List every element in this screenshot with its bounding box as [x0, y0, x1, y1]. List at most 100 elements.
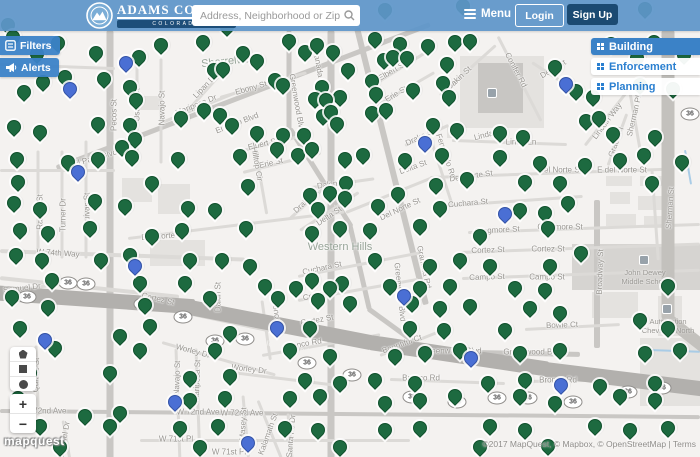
map-pin-green[interactable] — [215, 388, 235, 408]
map-pin-green[interactable] — [460, 31, 480, 51]
map-pin-green[interactable] — [140, 316, 160, 336]
map-pin-green[interactable] — [100, 363, 120, 383]
map-pin-green[interactable] — [620, 420, 640, 440]
poi-icon — [662, 304, 672, 314]
map-pin-green[interactable] — [515, 420, 535, 440]
terms-link[interactable]: Terms — [673, 439, 696, 449]
map-pin-green[interactable] — [86, 43, 106, 63]
map-pin-green[interactable] — [535, 280, 555, 300]
map-pin-green[interactable] — [410, 418, 430, 438]
map-pin-green[interactable] — [585, 416, 605, 436]
square-icon — [19, 365, 27, 373]
map-pin-green[interactable] — [320, 346, 340, 366]
map-pin-green[interactable] — [535, 203, 555, 223]
map-pin-green[interactable] — [505, 278, 525, 298]
map-pin-green[interactable] — [338, 60, 358, 80]
tab-planning[interactable]: Planning — [591, 78, 700, 95]
map-pin-green[interactable] — [6, 245, 26, 265]
map-pin-green[interactable] — [437, 54, 457, 74]
map-pin-green[interactable] — [279, 31, 299, 51]
map-pin-green[interactable] — [550, 173, 570, 193]
map-pin-green[interactable] — [88, 114, 108, 134]
map-pin-green[interactable] — [365, 250, 385, 270]
map-pin-green[interactable] — [340, 293, 360, 313]
highway-shield-36: 36 — [680, 107, 700, 121]
draw-circle-button[interactable] — [10, 377, 36, 391]
map-pin-green[interactable] — [375, 393, 395, 413]
highway-shield-36: 36 — [563, 395, 583, 409]
filters-button[interactable]: Filters — [0, 36, 60, 55]
poi-icon — [487, 88, 497, 98]
map-pin-green[interactable] — [410, 216, 430, 236]
map-pin-green[interactable] — [295, 370, 315, 390]
map-pin-green[interactable] — [10, 220, 30, 240]
grid-icon — [597, 43, 604, 50]
map-pin-green[interactable] — [4, 193, 24, 213]
map-pin-green[interactable] — [4, 117, 24, 137]
map-pin-green[interactable] — [14, 82, 34, 102]
map-pin-green[interactable] — [538, 218, 558, 238]
zoom-in-button[interactable]: + — [10, 394, 36, 414]
map-pin-green[interactable] — [495, 320, 515, 340]
menu-button[interactable]: Menu — [464, 8, 511, 20]
map-pin-green[interactable] — [335, 149, 355, 169]
map-pin-green[interactable] — [550, 340, 570, 360]
map-pin-green[interactable] — [634, 145, 654, 165]
map-pin-green[interactable] — [365, 370, 385, 390]
map-pin-green[interactable] — [151, 35, 171, 55]
draw-rectangle-button[interactable] — [10, 362, 36, 377]
zoom-out-button[interactable]: − — [10, 414, 36, 433]
street-label: W 71st Pl — [211, 447, 247, 457]
map-pin-green[interactable] — [353, 145, 373, 165]
building-footprint — [606, 176, 632, 186]
highway-shield-36: 36 — [173, 310, 193, 324]
map-pin-blue[interactable] — [495, 204, 515, 224]
map-pin-green[interactable] — [440, 276, 460, 296]
tab-building[interactable]: Building — [591, 38, 700, 55]
street-label: Pecos St — [109, 98, 119, 132]
map-pin-green[interactable] — [510, 200, 530, 220]
street-label: Bowie Ct — [545, 319, 579, 331]
map-pin-green[interactable] — [360, 220, 380, 240]
login-button[interactable]: Login — [515, 4, 564, 27]
highway-shield-36: 36 — [487, 391, 507, 405]
map-pin-green[interactable] — [175, 273, 195, 293]
map-pin-green[interactable] — [545, 393, 565, 413]
map-pin-green[interactable] — [208, 416, 228, 436]
map-pin-green[interactable] — [430, 298, 450, 318]
map-pin-green[interactable] — [434, 320, 454, 340]
alerts-button[interactable]: Alerts — [0, 58, 59, 77]
map-pin-green[interactable] — [478, 373, 498, 393]
map-pin-green[interactable] — [205, 200, 225, 220]
highway-shield-36: 36 — [297, 356, 317, 370]
map-pin-green[interactable] — [8, 172, 28, 192]
street-label: Worley Dr — [174, 342, 212, 360]
search-icon[interactable] — [344, 10, 355, 21]
map-pin-green[interactable] — [7, 149, 27, 169]
map-pin-green[interactable] — [460, 296, 480, 316]
map-pin-green[interactable] — [168, 149, 188, 169]
circle-icon — [18, 379, 28, 389]
map-pin-green[interactable] — [403, 80, 423, 100]
map-pin-green[interactable] — [308, 420, 328, 440]
map-pin-green[interactable] — [212, 250, 232, 270]
map-pin-green[interactable] — [480, 416, 500, 436]
tab-enforcement[interactable]: Enforcement — [591, 58, 700, 75]
map-pin-green[interactable] — [130, 340, 150, 360]
map-pin-green[interactable] — [520, 298, 540, 318]
map-pin-green[interactable] — [193, 32, 213, 52]
map-pin-green[interactable] — [30, 199, 50, 219]
map-pin-green[interactable] — [658, 418, 678, 438]
draw-polygon-button[interactable] — [10, 347, 36, 362]
street-label: Erie St — [383, 83, 409, 105]
map-pin-green[interactable] — [30, 122, 50, 142]
map-pin-green[interactable] — [375, 420, 395, 440]
map-pin-green[interactable] — [280, 388, 300, 408]
search-input[interactable] — [192, 5, 360, 26]
attribution-text: ©2017 MapQuest, © Mapbox, © OpenStreetMa… — [482, 439, 671, 449]
map-pin-green[interactable] — [490, 147, 510, 167]
street-label: Cortez St — [471, 244, 505, 256]
signup-button[interactable]: Sign Up — [567, 4, 618, 25]
filters-label: Filters — [20, 39, 52, 52]
map-pin-green[interactable] — [10, 318, 30, 338]
